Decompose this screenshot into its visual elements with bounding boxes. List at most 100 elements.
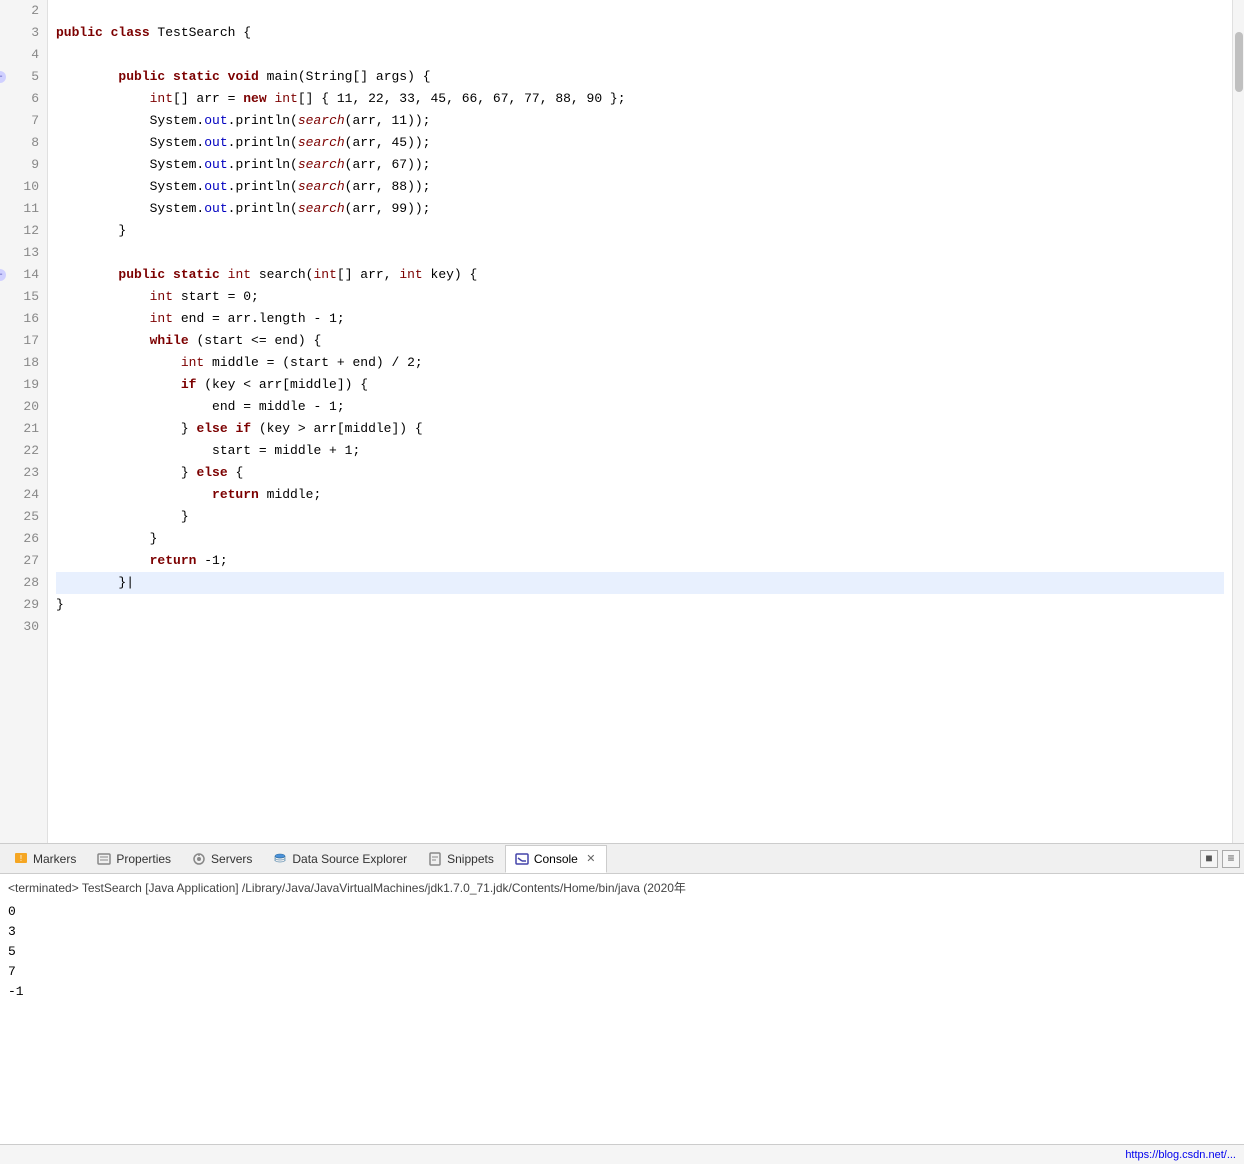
line-number: 10	[8, 176, 39, 198]
code-line[interactable]	[56, 242, 1224, 264]
code-line[interactable]: } else {	[56, 462, 1224, 484]
tab-label-servers: Servers	[211, 852, 252, 866]
code-line[interactable]: } else if (key > arr[middle]) {	[56, 418, 1224, 440]
stop-button[interactable]: ■	[1200, 850, 1218, 868]
line-number: 3	[8, 22, 39, 44]
line-number: 23	[8, 462, 39, 484]
collapse-icon[interactable]: −	[0, 71, 6, 83]
menu-button[interactable]: ≡	[1222, 850, 1240, 868]
console-terminated-text: <terminated> TestSearch [Java Applicatio…	[8, 878, 1236, 898]
line-number: 30	[8, 616, 39, 638]
tab-servers[interactable]: Servers	[182, 845, 261, 873]
tab-label-datasource: Data Source Explorer	[292, 852, 407, 866]
bottom-panel: ! Markers Properties Servers Data Source Exp…	[0, 844, 1244, 1164]
code-line[interactable]: int[] arr = new int[] { 11, 22, 33, 45, …	[56, 88, 1224, 110]
code-line[interactable]	[56, 616, 1224, 638]
line-number: 6	[8, 88, 39, 110]
console-output-line: 7	[8, 962, 1236, 982]
tab-snippets[interactable]: Snippets	[418, 845, 503, 873]
code-line[interactable]: System.out.println(search(arr, 88));	[56, 176, 1224, 198]
code-line[interactable]: public class TestSearch {	[56, 22, 1224, 44]
code-line[interactable]: System.out.println(search(arr, 67));	[56, 154, 1224, 176]
tab-label-properties: Properties	[116, 852, 171, 866]
code-content[interactable]: public class TestSearch { public static …	[48, 0, 1232, 843]
line-number: 9	[8, 154, 39, 176]
line-number: 13	[8, 242, 39, 264]
code-line[interactable]	[56, 0, 1224, 22]
line-number: 26	[8, 528, 39, 550]
code-line[interactable]: }	[56, 594, 1224, 616]
tab-markers[interactable]: ! Markers	[4, 845, 85, 873]
tab-datasource[interactable]: Data Source Explorer	[263, 845, 416, 873]
code-line[interactable]: return -1;	[56, 550, 1224, 572]
line-number: 7	[8, 110, 39, 132]
code-line[interactable]: int start = 0;	[56, 286, 1224, 308]
code-line[interactable]: System.out.println(search(arr, 45));	[56, 132, 1224, 154]
line-number: 27	[8, 550, 39, 572]
line-number: 25	[8, 506, 39, 528]
console-output-line: 3	[8, 922, 1236, 942]
code-line[interactable]: public static void main(String[] args) {	[56, 66, 1224, 88]
scrollbar-thumb[interactable]	[1235, 32, 1243, 92]
code-line[interactable]	[56, 44, 1224, 66]
tab-close-console[interactable]: ✕	[584, 852, 598, 866]
code-line[interactable]: public static int search(int[] arr, int …	[56, 264, 1224, 286]
code-line[interactable]: }	[56, 506, 1224, 528]
code-line[interactable]: }	[56, 220, 1224, 242]
code-line[interactable]: }|	[56, 572, 1224, 594]
console-output-line: -1	[8, 982, 1236, 1002]
console-output-line: 0	[8, 902, 1236, 922]
console-output-line: 5	[8, 942, 1236, 962]
tab-icon-console	[514, 851, 530, 867]
code-line[interactable]: while (start <= end) {	[56, 330, 1224, 352]
svg-text:!: !	[20, 854, 22, 863]
code-line[interactable]: }	[56, 528, 1224, 550]
code-line[interactable]: return middle;	[56, 484, 1224, 506]
tab-bar: ! Markers Properties Servers Data Source Exp…	[0, 844, 1244, 874]
code-line[interactable]: int end = arr.length - 1;	[56, 308, 1224, 330]
status-url: https://blog.csdn.net/...	[1125, 1149, 1236, 1161]
collapse-icon[interactable]: −	[0, 269, 6, 281]
tab-icon-properties	[96, 851, 112, 867]
line-number: 8	[8, 132, 39, 154]
line-number: 4	[8, 44, 39, 66]
console-content[interactable]: <terminated> TestSearch [Java Applicatio…	[0, 874, 1244, 1144]
tab-properties[interactable]: Properties	[87, 845, 180, 873]
line-number: 18	[8, 352, 39, 374]
console-output: 0357-1	[8, 902, 1236, 1002]
line-number: 29	[8, 594, 39, 616]
code-line[interactable]: start = middle + 1;	[56, 440, 1224, 462]
line-number: 17	[8, 330, 39, 352]
line-number: −5	[8, 66, 39, 88]
tab-icon-snippets	[427, 851, 443, 867]
line-number: 22	[8, 440, 39, 462]
line-number: −14	[8, 264, 39, 286]
code-line[interactable]: System.out.println(search(arr, 11));	[56, 110, 1224, 132]
code-line[interactable]: end = middle - 1;	[56, 396, 1224, 418]
line-number: 24	[8, 484, 39, 506]
line-number: 19	[8, 374, 39, 396]
editor-area: 234−5678910111213−1415161718192021222324…	[0, 0, 1244, 844]
tab-label-snippets: Snippets	[447, 852, 494, 866]
status-bar: https://blog.csdn.net/...	[0, 1144, 1244, 1164]
code-line[interactable]: if (key < arr[middle]) {	[56, 374, 1224, 396]
line-number: 28	[8, 572, 39, 594]
tab-icon-servers	[191, 851, 207, 867]
line-number: 21	[8, 418, 39, 440]
line-number: 11	[8, 198, 39, 220]
tab-bar-actions: ■≡	[1200, 850, 1240, 868]
scrollbar-track[interactable]	[1232, 0, 1244, 843]
tab-icon-datasource	[272, 851, 288, 867]
code-line[interactable]: int middle = (start + end) / 2;	[56, 352, 1224, 374]
code-line[interactable]: System.out.println(search(arr, 99));	[56, 198, 1224, 220]
tab-label-console: Console	[534, 852, 578, 866]
tab-icon-markers: !	[13, 851, 29, 867]
line-number: 2	[8, 0, 39, 22]
line-number: 20	[8, 396, 39, 418]
line-numbers: 234−5678910111213−1415161718192021222324…	[0, 0, 48, 843]
tab-console[interactable]: Console ✕	[505, 845, 607, 873]
line-number: 16	[8, 308, 39, 330]
tab-label-markers: Markers	[33, 852, 76, 866]
line-number: 15	[8, 286, 39, 308]
line-number: 12	[8, 220, 39, 242]
